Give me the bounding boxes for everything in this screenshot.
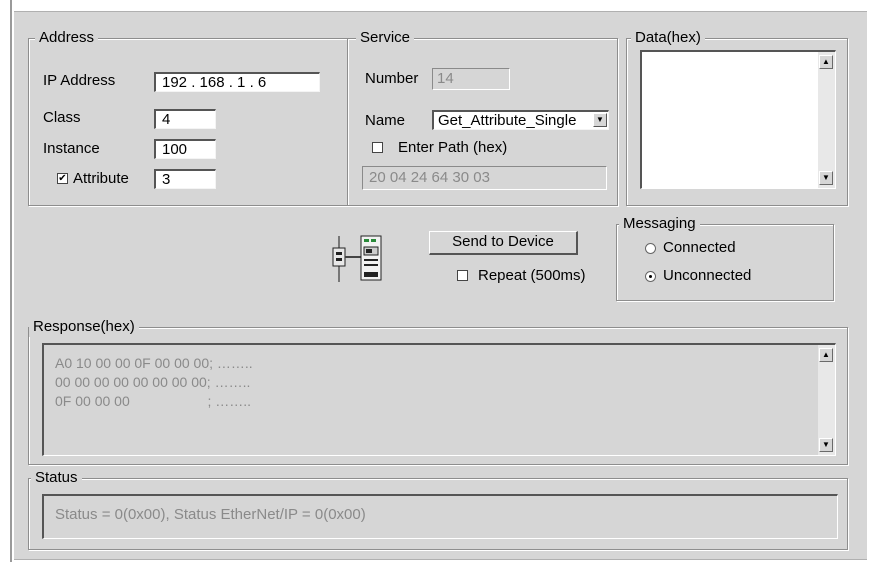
service-group-title: Service	[356, 28, 415, 48]
status-group: Status Status = 0(0x00), Status EtherNet…	[28, 468, 848, 550]
status-field: Status = 0(0x00), Status EtherNet/IP = 0…	[42, 494, 838, 539]
messaging-group: Messaging Connected Unconnected	[616, 214, 834, 301]
unconnected-label: Unconnected	[663, 267, 752, 284]
service-group: Service Number 14 Name Get_Attribute_Sin…	[347, 28, 618, 206]
number-label: Number	[365, 70, 419, 87]
scroll-up-arrow-icon[interactable]: ▲	[819, 55, 833, 69]
enter-path-label: Enter Path (hex)	[398, 139, 508, 156]
repeat-label: Repeat (500ms)	[478, 267, 586, 284]
network-devices-icon	[330, 234, 386, 284]
response-group: Response(hex) A0 10 00 00 0F 00 00 00; ……	[28, 317, 848, 465]
data-hex-group: Data(hex) ▲ ▼	[626, 28, 848, 206]
response-group-title: Response(hex)	[29, 317, 139, 337]
messaging-group-title: Messaging	[619, 214, 700, 234]
class-field[interactable]: 4	[154, 109, 216, 129]
instance-field[interactable]: 100	[154, 139, 216, 159]
service-name-value: Get_Attribute_Single	[438, 112, 577, 129]
attribute-field[interactable]: 3	[154, 169, 216, 189]
checkmark-icon: ✔	[58, 173, 67, 184]
number-field: 14	[432, 68, 510, 90]
scroll-down-arrow-icon[interactable]: ▼	[819, 438, 833, 452]
instance-label: Instance	[43, 140, 100, 157]
data-hex-textarea[interactable]: ▲ ▼	[640, 50, 836, 189]
address-group: Address IP Address 192 . 168 . 1 . 6 Cla…	[28, 28, 348, 206]
response-scrollbar[interactable]: ▲ ▼	[818, 345, 835, 455]
scroll-up-arrow-icon[interactable]: ▲	[819, 348, 833, 362]
dropdown-arrow-icon[interactable]: ▼	[593, 113, 607, 127]
repeat-checkbox[interactable]	[457, 270, 468, 281]
response-line: A0 10 00 00 0F 00 00 00; ……..	[55, 355, 253, 371]
class-label: Class	[43, 109, 81, 126]
enter-path-checkbox[interactable]	[372, 142, 383, 153]
window-left-edge	[10, 0, 12, 562]
explicit-message-panel: Address IP Address 192 . 168 . 1 . 6 Cla…	[14, 11, 867, 560]
response-line: 00 00 00 00 00 00 00 00; ……..	[55, 374, 251, 390]
address-group-title: Address	[35, 28, 99, 48]
attribute-label: Attribute	[73, 170, 129, 187]
ip-address-label: IP Address	[43, 72, 116, 89]
status-text: Status = 0(0x00), Status EtherNet/IP = 0…	[55, 506, 366, 523]
unconnected-radio[interactable]	[645, 271, 656, 282]
service-name-select[interactable]: Get_Attribute_Single ▼	[432, 110, 609, 130]
name-label: Name	[365, 112, 406, 129]
connected-radio[interactable]	[645, 243, 656, 254]
radio-selected-dot	[649, 275, 652, 278]
path-field: 20 04 24 64 30 03	[362, 166, 607, 190]
response-line: 0F 00 00 00 ; ……..	[55, 393, 252, 409]
data-hex-scrollbar[interactable]: ▲ ▼	[818, 52, 835, 188]
scroll-down-arrow-icon[interactable]: ▼	[819, 171, 833, 185]
data-hex-group-title: Data(hex)	[631, 28, 705, 48]
attribute-checkbox[interactable]: ✔	[57, 173, 68, 184]
connected-label: Connected	[663, 239, 736, 256]
status-group-title: Status	[31, 468, 82, 488]
response-textarea[interactable]: A0 10 00 00 0F 00 00 00; …….. 00 00 00 0…	[42, 343, 836, 456]
ip-address-field[interactable]: 192 . 168 . 1 . 6	[154, 72, 320, 92]
send-to-device-button[interactable]: Send to Device	[429, 231, 578, 255]
